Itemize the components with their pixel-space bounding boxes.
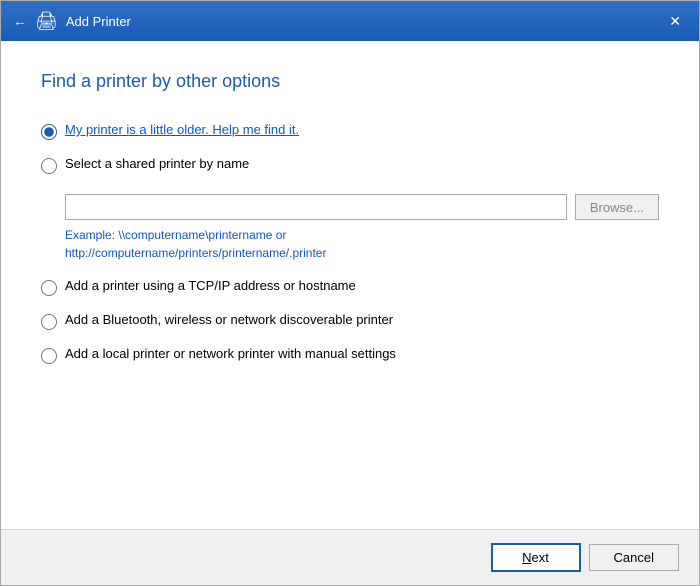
- label-opt5[interactable]: Add a local printer or network printer w…: [65, 346, 396, 361]
- cancel-button[interactable]: Cancel: [589, 544, 679, 571]
- radio-opt4[interactable]: [41, 314, 57, 330]
- label-opt3[interactable]: Add a printer using a TCP/IP address or …: [65, 278, 356, 293]
- label-opt4[interactable]: Add a Bluetooth, wireless or network dis…: [65, 312, 393, 327]
- shared-printer-input[interactable]: [65, 194, 567, 220]
- title-bar: ← 🖨 Add Printer ✕: [1, 1, 699, 41]
- title-bar-left: ← 🖨 Add Printer: [13, 11, 131, 32]
- label-opt1[interactable]: My printer is a little older. Help me fi…: [65, 122, 299, 137]
- example-text: Example: \\computername\printername or h…: [65, 226, 659, 262]
- example-line2: http://computername/printers/printername…: [65, 246, 326, 260]
- option-2: Select a shared printer by name: [41, 156, 659, 174]
- options-list: My printer is a little older. Help me fi…: [41, 122, 659, 364]
- add-printer-window: ← 🖨 Add Printer ✕ Find a printer by othe…: [0, 0, 700, 586]
- option-3: Add a printer using a TCP/IP address or …: [41, 278, 659, 296]
- window-title: Add Printer: [66, 14, 131, 29]
- close-button[interactable]: ✕: [663, 12, 687, 30]
- page-title: Find a printer by other options: [41, 71, 659, 92]
- radio-opt3[interactable]: [41, 280, 57, 296]
- browse-button[interactable]: Browse...: [575, 194, 659, 220]
- radio-opt2[interactable]: [41, 158, 57, 174]
- shared-printer-section: Browse... Example: \\computername\printe…: [65, 194, 659, 262]
- radio-opt1[interactable]: [41, 124, 57, 140]
- option-1: My printer is a little older. Help me fi…: [41, 122, 659, 140]
- example-line1: Example: \\computername\printername or: [65, 228, 286, 242]
- option-4: Add a Bluetooth, wireless or network dis…: [41, 312, 659, 330]
- main-content: Find a printer by other options My print…: [1, 41, 699, 529]
- label-opt2[interactable]: Select a shared printer by name: [65, 156, 249, 171]
- radio-opt5[interactable]: [41, 348, 57, 364]
- option-5: Add a local printer or network printer w…: [41, 346, 659, 364]
- next-button[interactable]: Next: [491, 543, 581, 572]
- back-button[interactable]: ←: [13, 13, 27, 29]
- printer-icon: 🖨: [35, 11, 58, 32]
- footer: Next Cancel: [1, 529, 699, 585]
- shared-printer-input-row: Browse...: [65, 194, 659, 220]
